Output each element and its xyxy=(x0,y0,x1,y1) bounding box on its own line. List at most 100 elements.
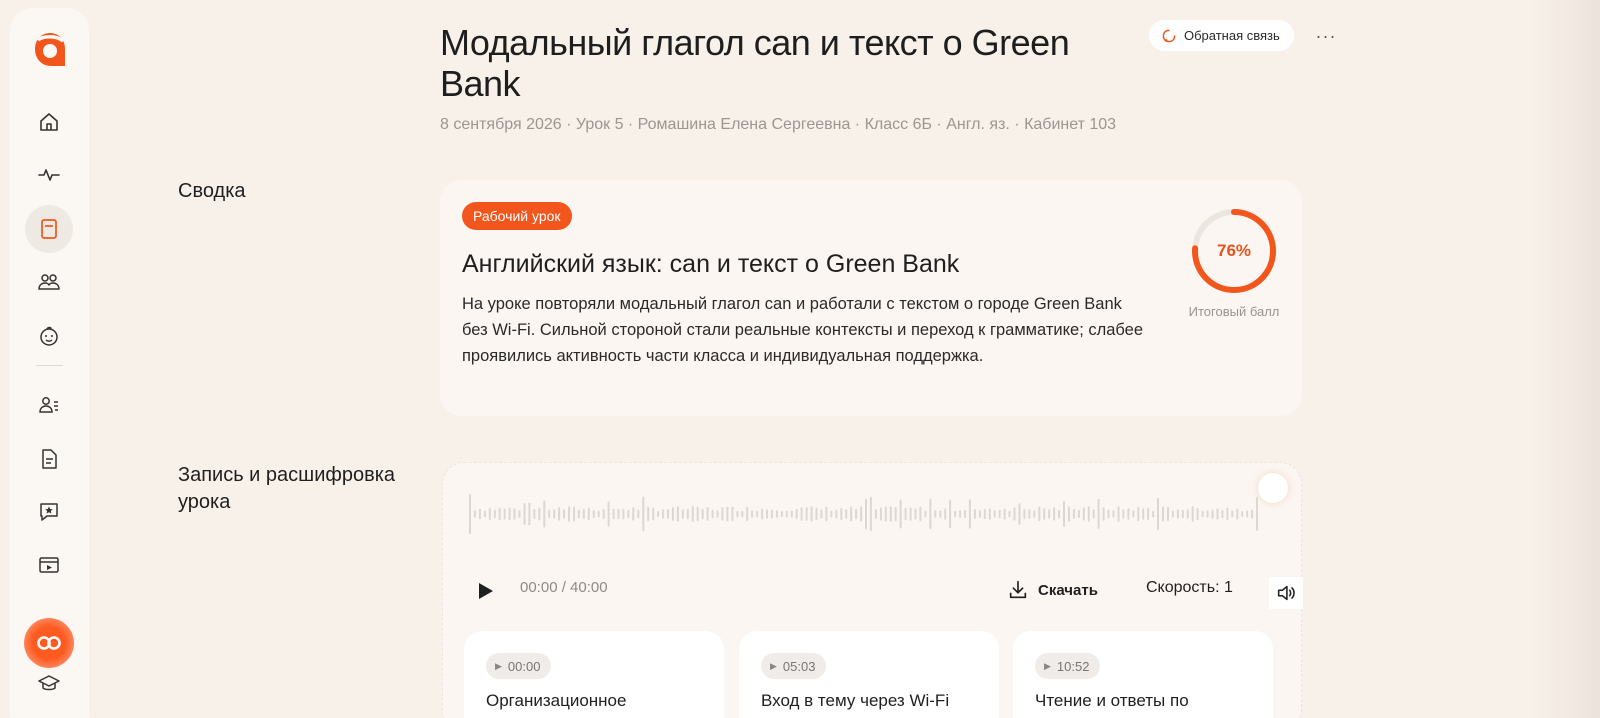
waveform-bar xyxy=(731,506,734,522)
waveform-bar xyxy=(1023,509,1026,519)
waveform-bar xyxy=(1206,510,1209,518)
waveform-bar xyxy=(1122,509,1125,519)
waveform-bar xyxy=(642,496,645,532)
recording-card: 00:00 / 40:00 Скачать Скорость: 1 ▶ 00:00… xyxy=(442,462,1303,718)
play-icon[interactable] xyxy=(473,579,497,603)
waveform-bar xyxy=(622,508,625,520)
waveform-bar xyxy=(889,506,892,522)
waveform-bar xyxy=(805,507,808,521)
pulse-icon xyxy=(38,169,60,181)
waveform-bar xyxy=(1142,508,1145,520)
waveform-bar xyxy=(1087,506,1090,522)
waveform-bar xyxy=(1186,509,1189,519)
waveform-bar xyxy=(513,508,516,520)
more-options-icon[interactable]: ··· xyxy=(1314,24,1338,48)
chapter-title: Организационное xyxy=(486,691,627,710)
waveform-bar xyxy=(884,506,887,522)
waveform-bar xyxy=(919,506,922,522)
waveform-bar xyxy=(993,510,996,518)
waveform-bar xyxy=(850,506,853,522)
sidebar-item-children[interactable] xyxy=(25,312,73,360)
audio-waveform[interactable] xyxy=(465,491,1265,537)
download-icon xyxy=(1009,580,1027,599)
chapter-time[interactable]: ▶ 00:00 xyxy=(486,653,552,679)
waveform-bar xyxy=(770,509,773,519)
feedback-label: Обратная связь xyxy=(1184,28,1280,43)
waveform-bar xyxy=(493,509,496,519)
sidebar-item-home[interactable] xyxy=(25,98,73,146)
summary-section-label: Сводка xyxy=(178,180,246,202)
waveform-bar xyxy=(1053,507,1056,521)
child-face-icon xyxy=(40,326,58,346)
score-label: Итоговый балл xyxy=(1188,304,1280,319)
waveform-bar xyxy=(1152,510,1155,518)
waveform-bar xyxy=(973,509,976,519)
waveform-bar xyxy=(869,496,872,532)
waveform-bar xyxy=(1033,510,1036,518)
waveform-bar xyxy=(498,507,501,521)
sidebar-item-documents[interactable] xyxy=(25,435,73,483)
waveform-bar xyxy=(1028,509,1031,519)
waveform-bar xyxy=(1176,509,1179,519)
waveform-bar xyxy=(741,510,744,518)
waveform-bar xyxy=(756,510,759,518)
waveform-bar xyxy=(860,506,863,522)
waveform-bar xyxy=(800,507,803,521)
assistant-icon xyxy=(37,636,61,650)
waveform-bar xyxy=(845,509,848,519)
waveform-bar xyxy=(558,507,561,521)
sidebar-item-tutorials[interactable] xyxy=(25,541,73,589)
waveform-bar xyxy=(983,508,986,520)
waveform-bar xyxy=(736,510,739,518)
sidebar-item-profiles[interactable] xyxy=(25,381,73,429)
waveform-bar xyxy=(469,494,471,534)
waveform-bar xyxy=(1058,509,1060,519)
waveform-bar xyxy=(632,507,635,521)
download-button[interactable]: Скачать xyxy=(1007,573,1098,607)
waveform-bar xyxy=(964,509,966,519)
waveform-bar xyxy=(543,500,546,528)
volume-button[interactable] xyxy=(1269,577,1303,609)
waveform-bar xyxy=(1137,506,1140,522)
waveform-bar xyxy=(874,508,877,520)
waveform-bar xyxy=(825,506,828,522)
sidebar-item-groups[interactable] xyxy=(25,258,73,306)
waveform-bar xyxy=(711,509,714,519)
waveform-bar xyxy=(835,509,838,519)
sidebar-item-lessons[interactable] xyxy=(25,205,73,253)
chapter-card[interactable]: ▶ 10:52 Чтение и ответы по xyxy=(1013,631,1273,718)
chapter-time[interactable]: ▶ 05:03 xyxy=(761,653,827,679)
waveform-bar xyxy=(1236,508,1239,520)
chapter-title: Вход в тему через Wi-Fi xyxy=(761,691,950,710)
chapter-card[interactable]: ▶ 05:03 Вход в тему через Wi-Fi xyxy=(739,631,999,718)
waveform-bar xyxy=(602,508,605,519)
sidebar-item-pulse[interactable] xyxy=(25,151,73,199)
chapter-time[interactable]: ▶ 10:52 xyxy=(1035,653,1101,679)
waveform-bar xyxy=(563,509,565,519)
playback-time: 00:00 / 40:00 xyxy=(520,579,608,596)
page-title: Модальный глагол can и текст о Green Ban… xyxy=(440,22,1070,104)
waveform-bar xyxy=(1251,509,1254,519)
waveform-bar xyxy=(478,508,481,520)
waveform-bar xyxy=(909,507,912,521)
feedback-icon xyxy=(1162,29,1176,42)
feedback-button[interactable]: Обратная связь xyxy=(1149,20,1294,51)
waveform-bar xyxy=(761,508,764,520)
waveform-bar xyxy=(1216,508,1219,520)
book-icon xyxy=(41,219,57,239)
waveform-bar xyxy=(810,506,813,522)
waveform-bar xyxy=(830,510,833,518)
waveform-bar xyxy=(726,506,729,522)
waveform-bar xyxy=(1117,506,1120,522)
brand-logo-icon[interactable] xyxy=(30,30,70,70)
waveform-bar xyxy=(597,510,600,518)
chapter-card[interactable]: ▶ 00:00 Организационное xyxy=(464,631,724,718)
chapter-time-label: 10:52 xyxy=(1056,658,1090,674)
sidebar-item-education[interactable] xyxy=(25,660,73,708)
sidebar-item-reviews[interactable] xyxy=(25,488,73,536)
waveform-bar xyxy=(746,506,749,522)
download-label: Скачать xyxy=(1038,581,1098,599)
waveform-bar xyxy=(627,509,630,519)
waveform-bar xyxy=(691,506,694,522)
playback-speed[interactable]: Скорость: 1 xyxy=(1146,579,1233,597)
